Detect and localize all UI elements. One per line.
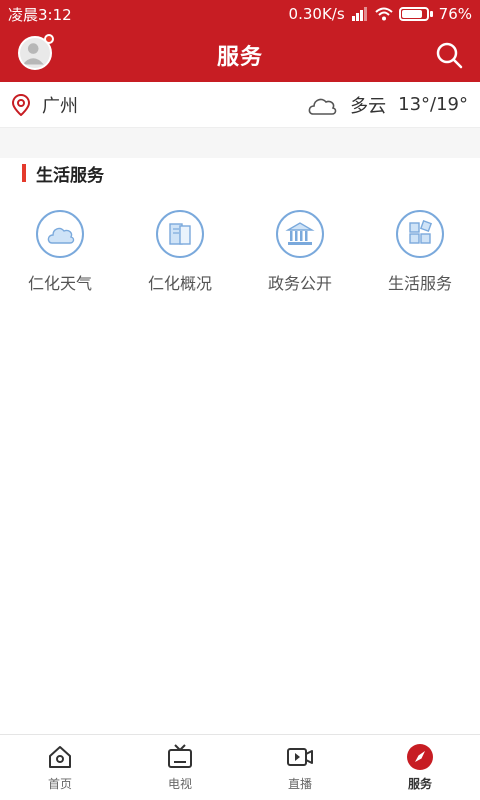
weather-info[interactable]: 多云 13°/19° xyxy=(306,92,468,118)
government-building-icon xyxy=(276,210,324,258)
battery-icon xyxy=(398,7,429,21)
service-government-affairs[interactable]: 政务公开 xyxy=(240,210,360,310)
cloud-icon xyxy=(36,210,84,258)
status-bar: 凌晨3:12 0.30K/s 76% xyxy=(0,0,480,28)
tab-label: 电视 xyxy=(167,777,192,791)
home-icon xyxy=(49,746,71,768)
status-right: 0.30K/s 76% xyxy=(289,5,472,23)
title-bar: 服务 xyxy=(0,28,480,82)
notification-dot xyxy=(44,34,54,44)
service-life-services[interactable]: 生活服务 xyxy=(360,210,480,310)
service-label: 仁化概况 xyxy=(147,274,212,293)
tab-label: 首页 xyxy=(47,777,72,791)
bottom-tab-bar: 首页 电视 直播 服务 xyxy=(0,734,480,800)
book-icon xyxy=(156,210,204,258)
service-renhua-weather[interactable]: 仁化天气 xyxy=(0,210,120,310)
location-info[interactable]: 广州 xyxy=(12,92,78,118)
service-label: 生活服务 xyxy=(387,274,452,293)
tab-tv[interactable]: 电视 xyxy=(120,743,240,792)
section-accent-bar xyxy=(22,164,26,182)
tab-label: 服务 xyxy=(407,777,432,791)
wifi-icon xyxy=(374,7,393,21)
cloud-weather-icon xyxy=(308,98,337,115)
tab-label: 直播 xyxy=(287,777,312,791)
service-label: 仁化天气 xyxy=(27,274,92,293)
service-renhua-overview[interactable]: 仁化概况 xyxy=(120,210,240,310)
tv-icon xyxy=(168,744,192,768)
service-label: 政务公开 xyxy=(267,274,332,293)
services-grid: 仁化天气 仁化概况 政务公开 生活服务 xyxy=(0,210,480,310)
tab-live[interactable]: 直播 xyxy=(240,743,360,792)
section-header: 生活服务 xyxy=(0,158,480,188)
network-speed: 0.30K/s xyxy=(288,5,345,23)
weather-condition: 多云 xyxy=(350,95,387,117)
signal-icon xyxy=(351,7,367,21)
compass-icon xyxy=(407,744,433,770)
search-icon[interactable] xyxy=(434,40,464,70)
tab-home[interactable]: 首页 xyxy=(0,743,120,792)
location-row[interactable]: 广州 多云 13°/19° xyxy=(0,82,480,128)
city-name: 广州 xyxy=(42,95,78,117)
tab-service[interactable]: 服务 xyxy=(360,743,480,792)
location-pin-icon xyxy=(12,93,30,116)
battery-tip xyxy=(429,11,433,17)
status-time: 凌晨3:12 xyxy=(8,5,72,24)
battery-level: 76% xyxy=(438,5,472,23)
video-icon xyxy=(287,748,313,766)
section-title: 生活服务 xyxy=(36,165,104,186)
temperature-range: 13°/19° xyxy=(398,94,468,115)
page-title: 服务 xyxy=(216,45,263,70)
grid-blocks-icon xyxy=(396,210,444,258)
section-divider xyxy=(0,128,480,158)
